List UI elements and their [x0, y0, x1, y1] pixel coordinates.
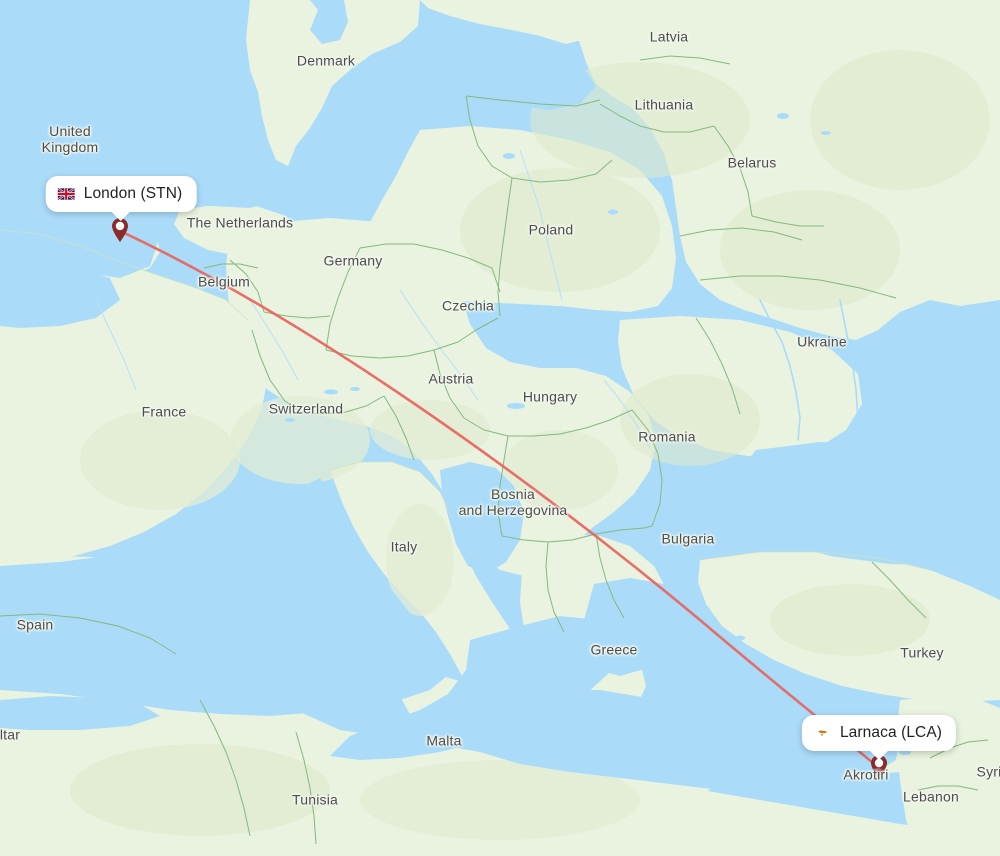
destination-callout-label: Larnaca (LCA) [839, 724, 943, 741]
destination-callout[interactable]: Larnaca (LCA) [801, 715, 957, 760]
flight-route-map[interactable]: London (STN) Larnaca (LCA) Denmark Latvia… [0, 0, 1000, 856]
origin-callout-label: London (STN) [83, 185, 183, 202]
origin-callout[interactable]: London (STN) [45, 176, 197, 221]
cyprus-flag-icon [813, 727, 831, 739]
united-kingdom-flag-icon [57, 188, 75, 200]
